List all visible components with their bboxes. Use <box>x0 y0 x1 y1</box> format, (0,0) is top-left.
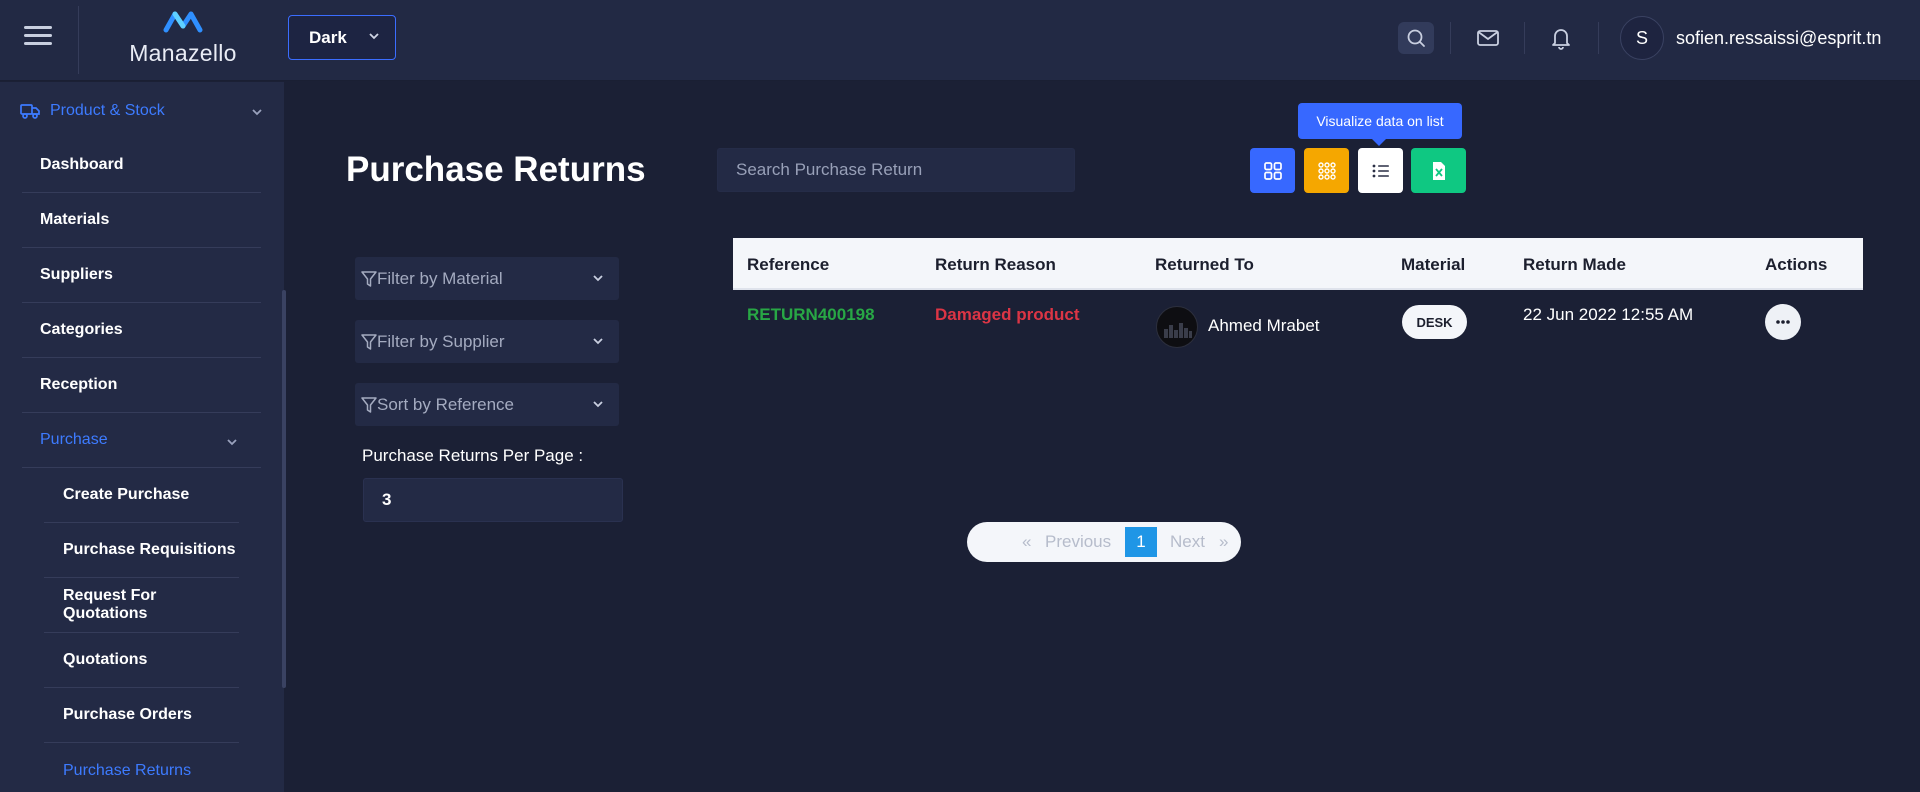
sort-reference-select[interactable]: Sort by Reference <box>355 383 619 426</box>
sidebar-item-dashboard[interactable]: Dashboard <box>22 138 261 193</box>
header-divider <box>1450 22 1451 54</box>
notifications-button[interactable] <box>1543 22 1579 54</box>
page-title: Purchase Returns <box>346 150 646 189</box>
export-excel-button[interactable] <box>1411 148 1466 193</box>
sidebar-item-reception[interactable]: Reception <box>22 358 261 413</box>
logo-icon <box>163 11 203 33</box>
grid-icon <box>1263 161 1282 180</box>
funnel-icon <box>361 270 377 287</box>
chevron-down-icon <box>593 338 603 345</box>
header-divider <box>1598 22 1599 54</box>
funnel-icon <box>361 396 377 413</box>
cell-reference[interactable]: RETURN400198 <box>747 305 875 325</box>
filter-label: Filter by Material <box>377 268 503 288</box>
list-icon <box>1372 164 1389 177</box>
more-horizontal-icon <box>1776 320 1790 324</box>
per-page-input[interactable]: 3 <box>363 478 623 522</box>
pagination-last[interactable]: » <box>1219 532 1228 552</box>
funnel-icon <box>361 333 377 350</box>
sidebar-section-product-stock[interactable]: Product & Stock <box>20 96 264 126</box>
chevron-down-icon <box>593 275 603 282</box>
sidebar-subitem-quotations[interactable]: Quotations <box>44 633 239 688</box>
pagination: « Previous 1 Next » <box>967 522 1241 562</box>
sidebar-subitem-purchase-returns[interactable]: Purchase Returns <box>44 743 239 792</box>
filter-material-select[interactable]: Filter by Material <box>355 257 619 300</box>
excel-file-icon <box>1432 161 1445 180</box>
sidebar-item-suppliers[interactable]: Suppliers <box>22 248 261 303</box>
mail-icon <box>1477 30 1499 46</box>
column-header-returned-to[interactable]: Returned To <box>1155 255 1254 275</box>
filter-supplier-select[interactable]: Filter by Supplier <box>355 320 619 363</box>
sidebar: Product & Stock Dashboard Materials Supp… <box>0 82 284 792</box>
truck-icon <box>20 104 40 119</box>
pagination-first[interactable]: « <box>1022 532 1031 552</box>
user-email[interactable]: sofien.ressaissi@esprit.tn <box>1676 28 1881 49</box>
dots-grid-icon <box>1317 161 1336 180</box>
cell-returned-to: Ahmed Mrabet <box>1208 316 1320 335</box>
search-input[interactable] <box>717 148 1075 192</box>
compact-grid-view-button[interactable] <box>1304 148 1349 193</box>
chevron-down-icon <box>252 109 262 116</box>
menu-toggle-icon[interactable] <box>24 26 52 48</box>
view-tooltip: Visualize data on list <box>1298 103 1462 146</box>
bell-icon <box>1552 29 1570 50</box>
theme-select[interactable]: Dark <box>288 15 396 60</box>
pagination-previous[interactable]: Previous <box>1045 532 1111 552</box>
chevron-down-icon <box>227 439 237 446</box>
filter-label: Filter by Supplier <box>377 331 505 351</box>
sidebar-scrollbar[interactable] <box>282 290 286 688</box>
avatar-image-icon <box>1164 323 1192 338</box>
returned-to-avatar <box>1156 306 1198 348</box>
header-search-button[interactable] <box>1398 22 1434 54</box>
column-header-actions: Actions <box>1765 255 1828 274</box>
per-page-label: Purchase Returns Per Page : <box>362 446 584 465</box>
brand-name: Manazello <box>129 40 237 66</box>
cell-return-reason: Damaged product <box>935 305 1080 324</box>
messages-button[interactable] <box>1470 22 1506 54</box>
sidebar-subitem-purchase-orders[interactable]: Purchase Orders <box>44 688 239 743</box>
pagination-next[interactable]: Next <box>1170 532 1205 552</box>
list-view-button[interactable] <box>1358 148 1403 193</box>
pagination-page-current[interactable]: 1 <box>1125 527 1157 557</box>
search-icon <box>1407 29 1425 47</box>
material-badge: DESK <box>1402 305 1467 339</box>
sidebar-subitem-request-for-quotations[interactable]: Request For Quotations <box>44 578 239 633</box>
cell-return-made: 22 Jun 2022 12:55 AM <box>1523 305 1694 324</box>
sidebar-item-categories[interactable]: Categories <box>22 303 261 358</box>
column-header-reference[interactable]: Reference <box>747 255 829 275</box>
filter-label: Sort by Reference <box>377 394 515 414</box>
row-actions-button[interactable] <box>1765 304 1801 340</box>
sidebar-subitem-create-purchase[interactable]: Create Purchase <box>44 468 239 523</box>
table-header: Reference Return Reason Returned To Mate… <box>733 238 1863 290</box>
column-header-material[interactable]: Material <box>1401 255 1465 275</box>
theme-select-value: Dark <box>309 27 347 47</box>
header-divider <box>1524 22 1525 54</box>
sidebar-item-purchase[interactable]: Purchase <box>22 413 261 468</box>
brand-logo[interactable]: Manazello <box>118 8 248 68</box>
sidebar-item-label: Purchase <box>40 431 108 448</box>
column-header-return-made[interactable]: Return Made <box>1523 255 1626 275</box>
grid-view-button[interactable] <box>1250 148 1295 193</box>
sidebar-item-materials[interactable]: Materials <box>22 193 261 248</box>
chevron-down-icon <box>593 401 603 408</box>
header-divider <box>78 6 79 74</box>
chevron-down-icon <box>369 33 379 40</box>
top-header: Manazello Dark S sofien.ressaissi@esprit… <box>0 0 1920 81</box>
sidebar-section-label: Product & Stock <box>50 102 165 119</box>
user-avatar[interactable]: S <box>1620 16 1664 60</box>
column-header-return-reason[interactable]: Return Reason <box>935 255 1056 275</box>
sidebar-subitem-purchase-requisitions[interactable]: Purchase Requisitions <box>44 523 239 578</box>
